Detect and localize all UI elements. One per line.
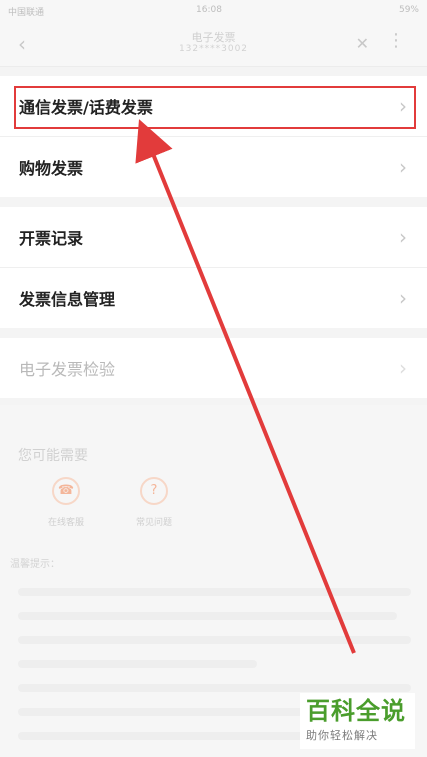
watermark-title: 百科全说 bbox=[306, 697, 406, 725]
watermark-subtitle: 助你轻松解决 bbox=[306, 729, 378, 742]
watermark: 百科全说 助你轻松解决 bbox=[300, 693, 415, 749]
annotation-arrow bbox=[135, 119, 356, 654]
